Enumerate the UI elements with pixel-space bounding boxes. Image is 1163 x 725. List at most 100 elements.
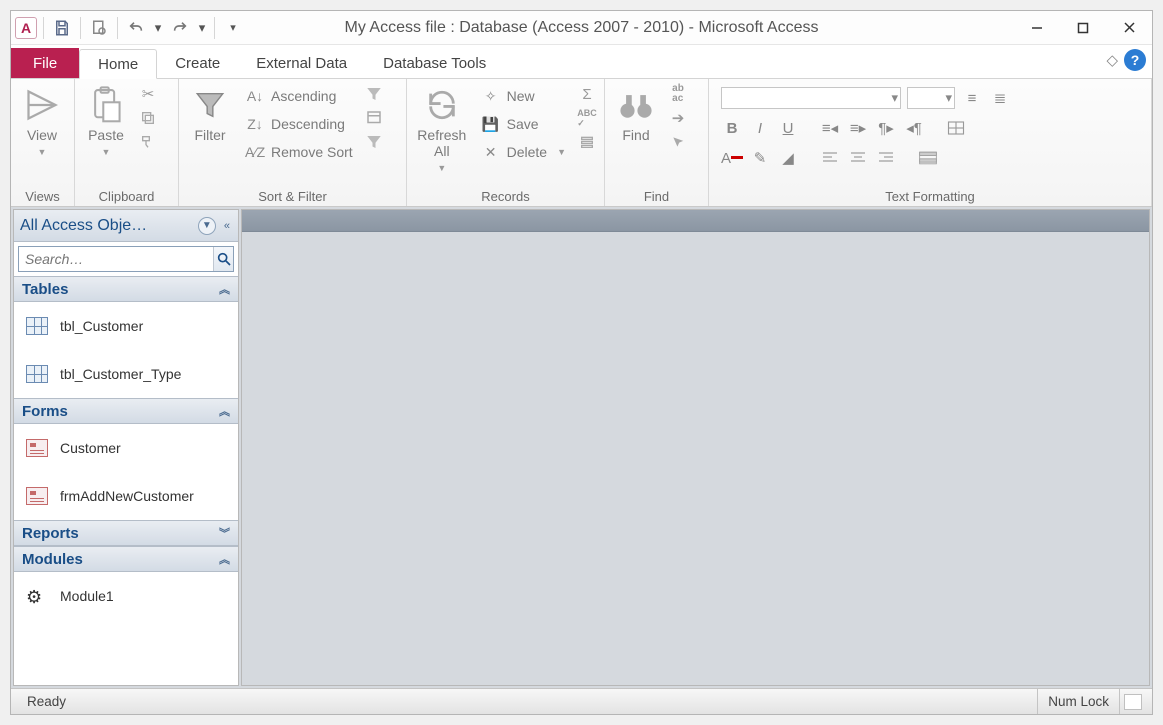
find-button[interactable]: Find: [611, 83, 661, 179]
nav-item-module[interactable]: ⚙ Module1: [14, 572, 238, 620]
align-left-icon[interactable]: [819, 147, 841, 169]
font-color-icon[interactable]: A: [721, 147, 743, 169]
undo-dropdown-icon[interactable]: ▾: [152, 16, 164, 40]
underline-button[interactable]: U: [777, 117, 799, 139]
nav-item-form[interactable]: Customer: [14, 424, 238, 472]
titlebar: A ▾ ▾ ▾ My Access file : Database (Acces…: [11, 11, 1152, 45]
tab-file[interactable]: File: [11, 48, 79, 78]
cat-forms[interactable]: Forms ︽: [14, 398, 238, 424]
redo-icon[interactable]: [168, 16, 192, 40]
maximize-button[interactable]: [1060, 13, 1106, 43]
nav-menu-icon[interactable]: ▼: [198, 217, 216, 235]
highlight-icon[interactable]: ✎: [749, 147, 771, 169]
indent-increase-icon[interactable]: ≡▸: [847, 117, 869, 139]
close-button[interactable]: [1106, 13, 1152, 43]
refresh-icon: [424, 87, 460, 123]
group-views: View ▼ Views: [11, 79, 75, 206]
paste-icon: [88, 87, 124, 123]
format-painter-icon[interactable]: [137, 131, 159, 153]
tab-database-tools[interactable]: Database Tools: [365, 48, 504, 78]
copy-icon[interactable]: [137, 107, 159, 129]
navigation-pane: All Access Obje… ▼ « Tables ︽ tbl_Custom…: [13, 209, 239, 686]
group-views-label: Views: [17, 187, 68, 204]
app-icon[interactable]: A: [15, 17, 37, 39]
bullets-icon[interactable]: ≡: [961, 87, 983, 109]
cat-reports[interactable]: Reports ︾: [14, 520, 238, 546]
font-size-combo[interactable]: ▾: [907, 87, 955, 109]
group-textfmt-label: Text Formatting: [715, 187, 1145, 204]
tab-home[interactable]: Home: [79, 49, 157, 79]
group-clipboard: Paste ▼ ✂ Clipboard: [75, 79, 179, 206]
advanced-filter-icon[interactable]: [363, 107, 385, 129]
gridlines-icon[interactable]: [945, 117, 967, 139]
nav-item-table[interactable]: tbl_Customer_Type: [14, 350, 238, 398]
undo-icon[interactable]: [124, 16, 148, 40]
save-record-button[interactable]: 💾Save: [477, 111, 570, 137]
filter-button[interactable]: Filter: [185, 83, 235, 179]
nav-collapse-icon[interactable]: «: [222, 220, 232, 232]
group-sort-label: Sort & Filter: [185, 187, 400, 204]
new-icon: ✧: [481, 88, 501, 105]
collapse-up-icon[interactable]: ︽: [219, 551, 230, 567]
save-icon[interactable]: [50, 16, 74, 40]
selection-filter-icon[interactable]: [363, 83, 385, 105]
qat-customize-icon[interactable]: ▾: [221, 16, 245, 40]
view-label: View: [27, 127, 57, 143]
new-record-button[interactable]: ✧New: [477, 83, 570, 109]
minimize-ribbon-icon[interactable]: ◇: [1106, 51, 1118, 69]
italic-button[interactable]: I: [749, 117, 771, 139]
view-shortcut-icon[interactable]: [1124, 694, 1142, 710]
align-right-icon[interactable]: [875, 147, 897, 169]
collapse-up-icon[interactable]: ︽: [219, 281, 230, 297]
more-records-icon[interactable]: [576, 131, 598, 153]
align-center-icon[interactable]: [847, 147, 869, 169]
bold-button[interactable]: B: [721, 117, 743, 139]
cat-tables[interactable]: Tables ︽: [14, 276, 238, 302]
body-area: All Access Obje… ▼ « Tables ︽ tbl_Custom…: [11, 207, 1152, 688]
search-input[interactable]: [19, 247, 213, 271]
alt-row-color-icon[interactable]: [917, 147, 939, 169]
view-button[interactable]: View ▼: [17, 83, 67, 179]
ribbon-tabs: File Home Create External Data Database …: [11, 45, 1152, 79]
search-icon[interactable]: [213, 247, 233, 271]
refresh-label: Refresh All: [417, 127, 466, 159]
ascending-button[interactable]: A↓Ascending: [241, 83, 357, 109]
group-records: Refresh All ▼ ✧New 💾Save ✕Delete▼ Σ ABC✓…: [407, 79, 605, 206]
help-icon[interactable]: ?: [1124, 49, 1146, 71]
select-icon[interactable]: [667, 131, 689, 153]
remove-sort-icon: A⁄Z: [245, 144, 265, 160]
nav-header[interactable]: All Access Obje… ▼ «: [14, 210, 238, 242]
nav-item-form[interactable]: frmAddNewCustomer: [14, 472, 238, 520]
goto-icon[interactable]: ➔: [667, 107, 689, 129]
paste-button[interactable]: Paste ▼: [81, 83, 131, 179]
form-icon: [26, 439, 48, 457]
module-icon: ⚙: [26, 587, 48, 605]
minimize-button[interactable]: [1014, 13, 1060, 43]
ribbon: View ▼ Views Paste ▼ ✂: [11, 79, 1152, 207]
print-preview-icon[interactable]: [87, 16, 111, 40]
ltr-icon[interactable]: ¶▸: [875, 117, 897, 139]
spelling-icon[interactable]: ABC✓: [576, 107, 598, 129]
nav-item-table[interactable]: tbl_Customer: [14, 302, 238, 350]
font-family-combo[interactable]: ▾: [721, 87, 901, 109]
totals-icon[interactable]: Σ: [576, 83, 598, 105]
remove-sort-button[interactable]: A⁄ZRemove Sort: [241, 139, 357, 165]
descending-button[interactable]: Z↓Descending: [241, 111, 357, 137]
save-record-icon: 💾: [481, 116, 501, 133]
redo-dropdown-icon[interactable]: ▾: [196, 16, 208, 40]
fill-color-icon[interactable]: ◢: [777, 147, 799, 169]
replace-icon[interactable]: abac: [667, 83, 689, 105]
cat-modules[interactable]: Modules ︽: [14, 546, 238, 572]
indent-decrease-icon[interactable]: ≡◂: [819, 117, 841, 139]
tab-create[interactable]: Create: [157, 48, 238, 78]
collapse-up-icon[interactable]: ︽: [219, 403, 230, 419]
rtl-icon[interactable]: ◂¶: [903, 117, 925, 139]
cut-icon[interactable]: ✂: [137, 83, 159, 105]
numbering-icon[interactable]: ≣: [989, 87, 1011, 109]
tab-external-data[interactable]: External Data: [238, 48, 365, 78]
toggle-filter-icon[interactable]: [363, 131, 385, 153]
expand-down-icon[interactable]: ︾: [219, 525, 230, 541]
refresh-all-button[interactable]: Refresh All ▼: [413, 83, 471, 179]
window-controls: [1014, 13, 1152, 43]
delete-record-button[interactable]: ✕Delete▼: [477, 139, 570, 165]
